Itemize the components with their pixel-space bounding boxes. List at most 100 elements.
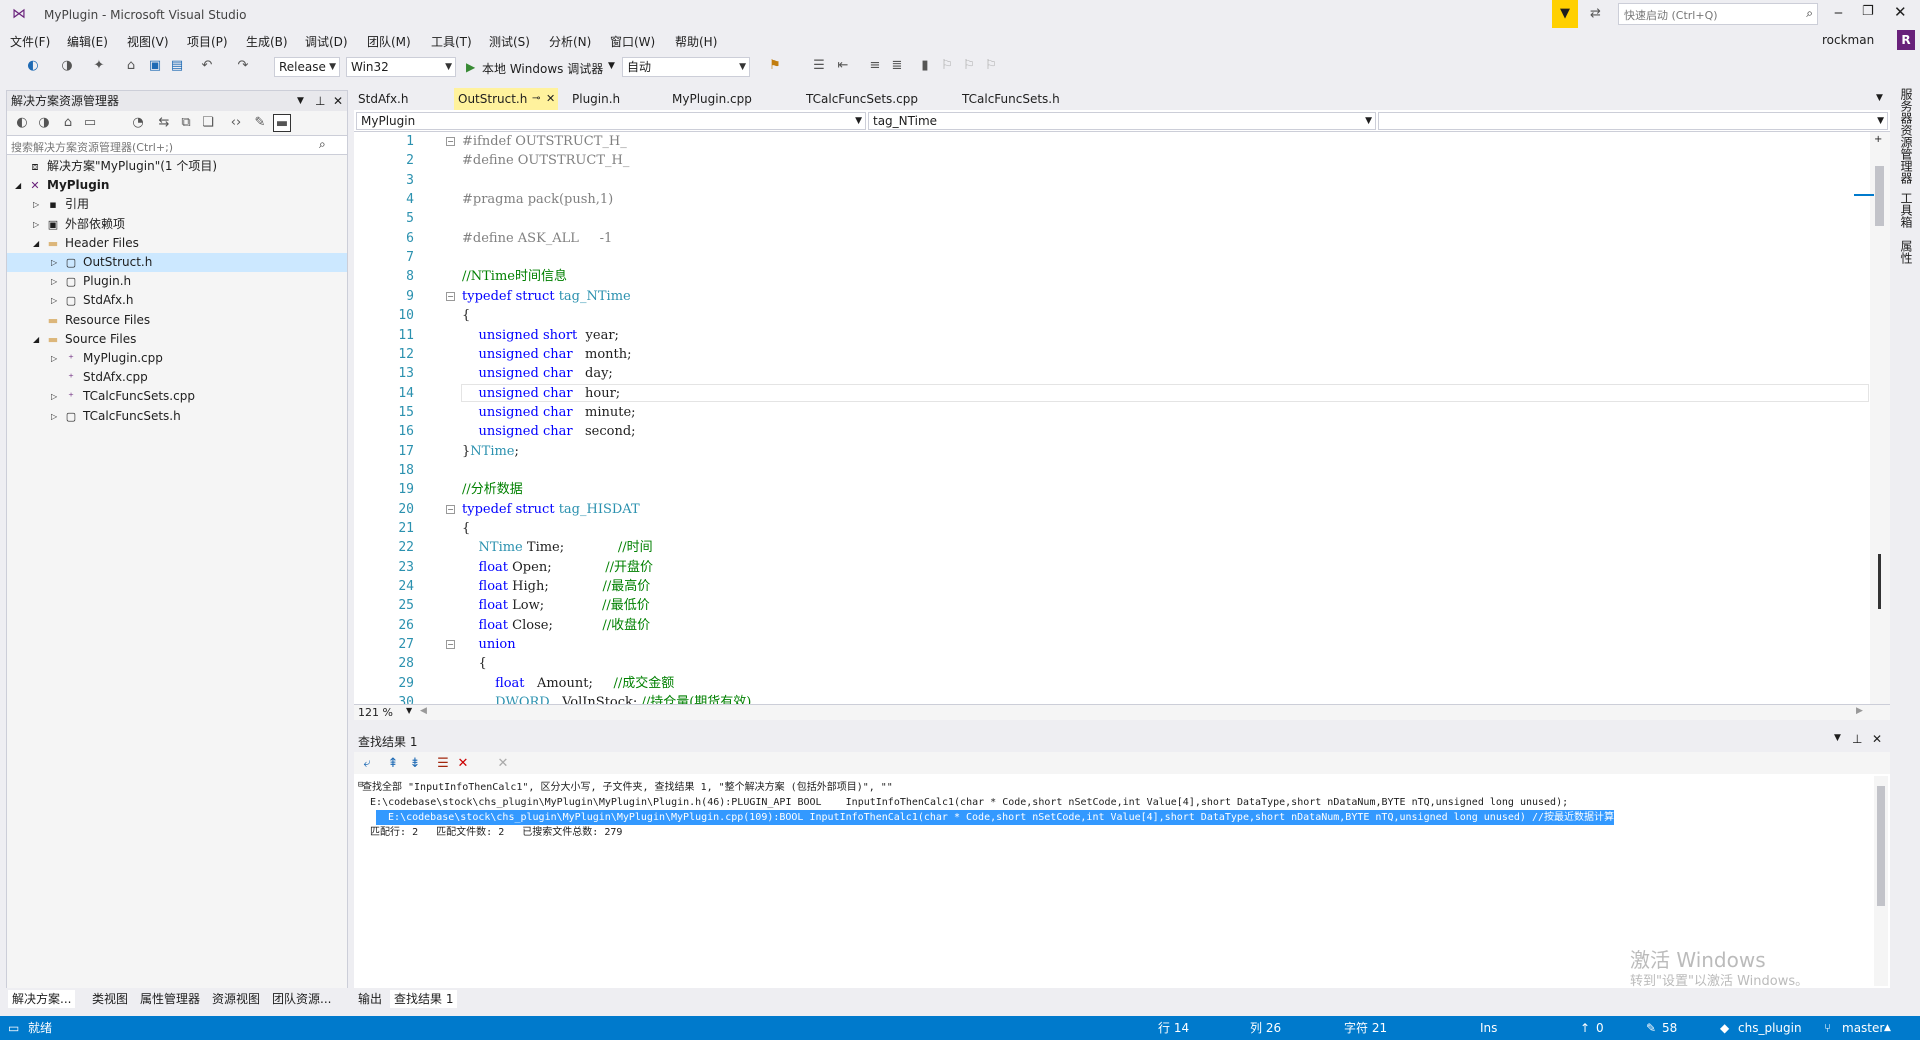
menu-team[interactable]: 团队(M) [367,33,411,50]
branch-icon[interactable]: ⑂ [1824,1016,1831,1040]
expander-icon[interactable]: ▷ [51,349,61,368]
code-line[interactable]: float Amount; //成交金额 [462,674,674,693]
code-line[interactable]: #pragma pack(push,1) [462,190,613,209]
scope-dropdown[interactable]: MyPlugin ▼ [356,112,866,130]
tree-item[interactable]: ▷ ▢ OutStruct.h [7,253,347,272]
outdent-icon[interactable]: ⇤ [834,57,852,75]
code-line[interactable]: union [462,635,516,654]
expander-icon[interactable]: ▷ [33,195,43,214]
show-all-files-icon[interactable]: ❏ [199,114,217,132]
chevron-down-icon[interactable]: ▼ [406,706,412,715]
back-icon[interactable]: ◐ [13,114,31,132]
debugger-label[interactable]: 本地 Windows 调试器 [482,60,603,77]
scroll-right-icon[interactable]: ▶ [1856,706,1863,716]
find-result-line[interactable]: 匹配行: 2 匹配文件数: 2 已搜索文件总数: 279 [358,825,622,840]
find-in-files-icon[interactable]: ⚑ [766,57,784,75]
chevron-down-icon[interactable]: ▼ [608,61,615,71]
tab-resource-view[interactable]: 资源视图 [208,990,264,1008]
menu-debug[interactable]: 调试(D) [305,33,348,50]
expander-icon[interactable]: ▷ [51,407,61,426]
home-icon[interactable]: ⌂ [59,114,77,132]
code-line[interactable]: typedef struct tag_NTime [462,287,631,306]
pane-menu-icon[interactable]: ▼ [297,91,304,111]
tree-item[interactable]: ▷ ⁺ MyPlugin.cpp [7,349,347,368]
pin-icon[interactable]: ⊥ [1852,732,1862,746]
tree-item[interactable]: ◢ ▬ Source Files [7,330,347,349]
solution-search[interactable]: 搜索解决方案资源管理器(Ctrl+;) ⌕ [7,135,347,155]
fold-icon[interactable]: − [446,640,455,650]
menu-help[interactable]: 帮助(H) [675,33,717,50]
next-result-icon[interactable]: ⇟ [406,755,424,773]
platform-combo[interactable]: Win32 ▼ [346,57,456,77]
code-line[interactable]: //分析数据 [462,480,523,499]
expander-icon[interactable]: ▷ [33,215,43,234]
filter-icon[interactable]: ▼ [1552,0,1578,28]
status-up-count[interactable]: 0 [1596,1016,1604,1040]
expander-icon[interactable]: ◢ [33,330,43,349]
code-line[interactable]: float High; //最高价 [462,577,651,596]
quick-launch[interactable]: 快速启动 (Ctrl+Q) ⌕ [1618,3,1818,25]
prev-bookmark-icon[interactable]: ⚐ [938,57,956,75]
tab-property-manager[interactable]: 属性管理器 [136,990,204,1008]
pin-icon[interactable]: ⊥ [315,91,325,111]
code-line[interactable]: unsigned short year; [462,326,619,345]
clear-all-icon[interactable]: ☰ [434,755,452,773]
tree-item[interactable]: ⁺ StdAfx.cpp [7,368,347,387]
code-line[interactable]: typedef struct tag_HISDAT [462,500,640,519]
code-line[interactable]: NTime Time; //时间 [462,538,653,557]
status-repo[interactable]: chs_plugin [1738,1016,1802,1040]
view-code-icon[interactable]: ‹› [227,114,245,132]
code-line[interactable]: { [462,306,470,325]
sync-icon[interactable]: ⇆ [155,114,173,132]
code-line[interactable]: //NTime时间信息 [462,267,567,286]
find-result-line[interactable]: E:\codebase\stock\chs_plugin\MyPlugin\My… [376,810,1614,825]
scrollbar-thumb[interactable] [1877,786,1885,906]
zoom-level[interactable]: 121 % [358,706,393,719]
forward-icon[interactable]: ◑ [35,114,53,132]
tab-tcalcfuncsets-cpp[interactable]: TCalcFuncSets.cpp [802,88,952,110]
stop-find-icon[interactable]: ✕ [494,755,512,773]
tab-close-icon[interactable]: ✕ [546,88,555,110]
scroll-left-icon[interactable]: ◀ [420,706,427,716]
code-line[interactable]: DWORD VolInStock; //持仓量(期货有效) [462,693,751,704]
fold-icon[interactable]: − [446,137,455,146]
tab-myplugin-cpp[interactable]: MyPlugin.cpp [668,88,798,110]
menu-analyze[interactable]: 分析(N) [549,33,591,50]
code-line[interactable]: unsigned char month; [462,345,632,364]
properties-icon[interactable]: ✎ [251,114,269,132]
find-result-line[interactable]: 查找全部 "InputInfoThenCalc1", 区分大小写, 子文件夹, … [362,780,893,795]
fold-icon[interactable]: − [446,504,455,514]
menu-view[interactable]: 视图(V) [127,33,169,50]
expander-icon[interactable]: ▷ [51,387,61,406]
tab-plugin-h[interactable]: Plugin.h [568,88,664,110]
edit-icon[interactable]: ✎ [1646,1016,1656,1040]
code-line[interactable]: unsigned char hour; [462,384,621,403]
tab-solution-explorer[interactable]: 解决方案... [8,990,76,1008]
menu-window[interactable]: 窗口(W) [610,33,655,50]
tree-item[interactable]: ⧈ 解决方案"MyPlugin"(1 个项目) [7,157,347,176]
expander-icon[interactable]: ▷ [51,291,61,310]
tree-item[interactable]: ▷ ▢ TCalcFuncSets.h [7,407,347,426]
status-edit-count[interactable]: 58 [1662,1016,1677,1040]
new-project-icon[interactable]: ✦ [90,57,108,75]
code-line[interactable]: unsigned char minute; [462,403,636,422]
tree-item[interactable]: ▷ ▢ StdAfx.h [7,291,347,310]
undo-icon[interactable]: ↶ [198,57,216,75]
output-icon[interactable]: ▭ [8,1016,19,1040]
tab-class-view[interactable]: 类视图 [88,990,132,1008]
member-dropdown[interactable]: tag_NTime ▼ [868,112,1376,130]
go-to-location-icon[interactable]: ⤶ [358,755,376,773]
back-icon[interactable]: ◐ [24,57,42,75]
pane-close-icon[interactable]: ✕ [333,91,343,111]
restore-button[interactable]: ❐ [1862,4,1874,19]
tree-item[interactable]: ◢ ✕ MyPlugin [7,176,347,195]
mode-combo[interactable]: 自动 ▼ [622,57,750,77]
properties-tab[interactable]: 属性 [1898,240,1915,264]
tree-item[interactable]: ▷ ▢ Plugin.h [7,272,347,291]
expander-icon[interactable]: ▷ [51,272,61,291]
tab-team-explorer[interactable]: 团队资源... [268,990,335,1008]
pane-close-icon[interactable]: ✕ [1872,732,1882,746]
code-line[interactable]: #define ASK_ALL -1 [462,229,612,248]
tree-item[interactable]: ▷ ▪ 引用 [7,195,347,214]
code-line[interactable]: unsigned char second; [462,422,636,441]
